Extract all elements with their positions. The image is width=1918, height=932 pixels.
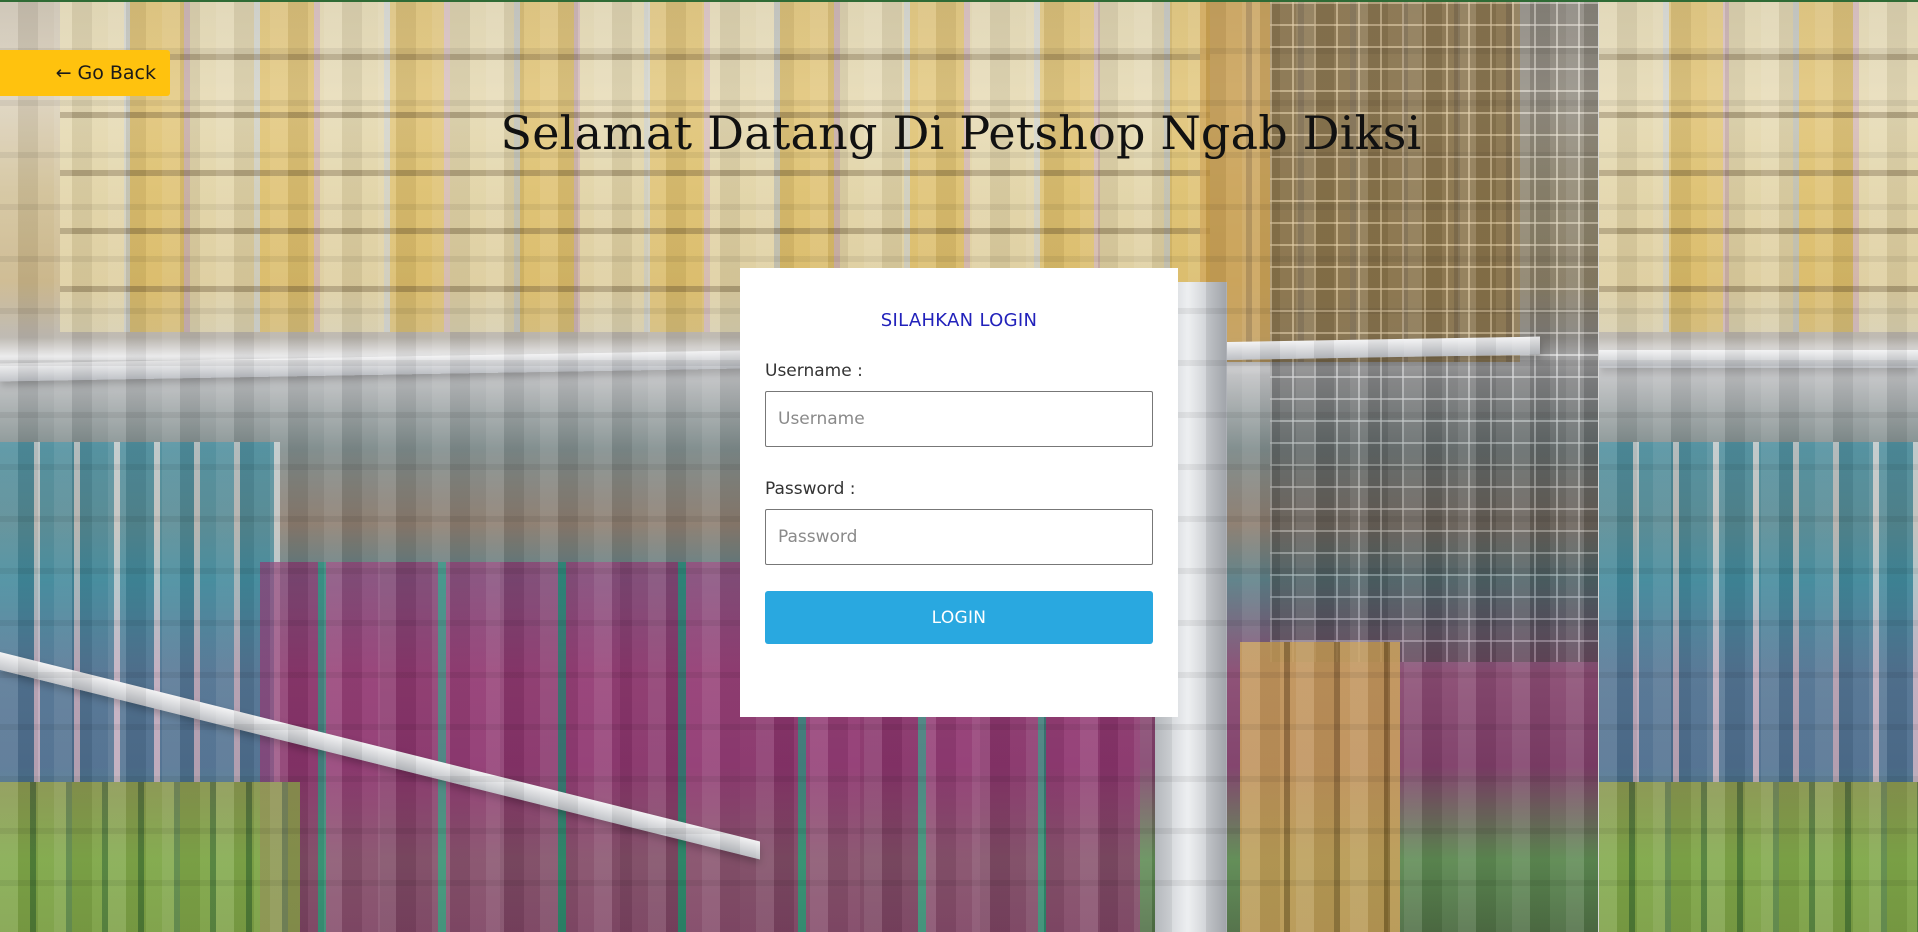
password-input[interactable] [765, 509, 1153, 565]
left-arrow-icon: ← [55, 62, 72, 84]
password-label: Password : [765, 479, 856, 499]
username-label: Username : [765, 361, 863, 381]
page-title: Selamat Datang Di Petshop Ngab Diksi [500, 106, 1422, 160]
login-button[interactable]: LOGIN [765, 591, 1153, 644]
go-back-button[interactable]: ← Go Back [0, 50, 170, 96]
go-back-label: Go Back [77, 62, 156, 84]
login-card: SILAHKAN LOGIN Username : Password : LOG… [740, 268, 1178, 717]
username-input[interactable] [765, 391, 1153, 447]
login-heading: SILAHKAN LOGIN [880, 310, 1038, 331]
